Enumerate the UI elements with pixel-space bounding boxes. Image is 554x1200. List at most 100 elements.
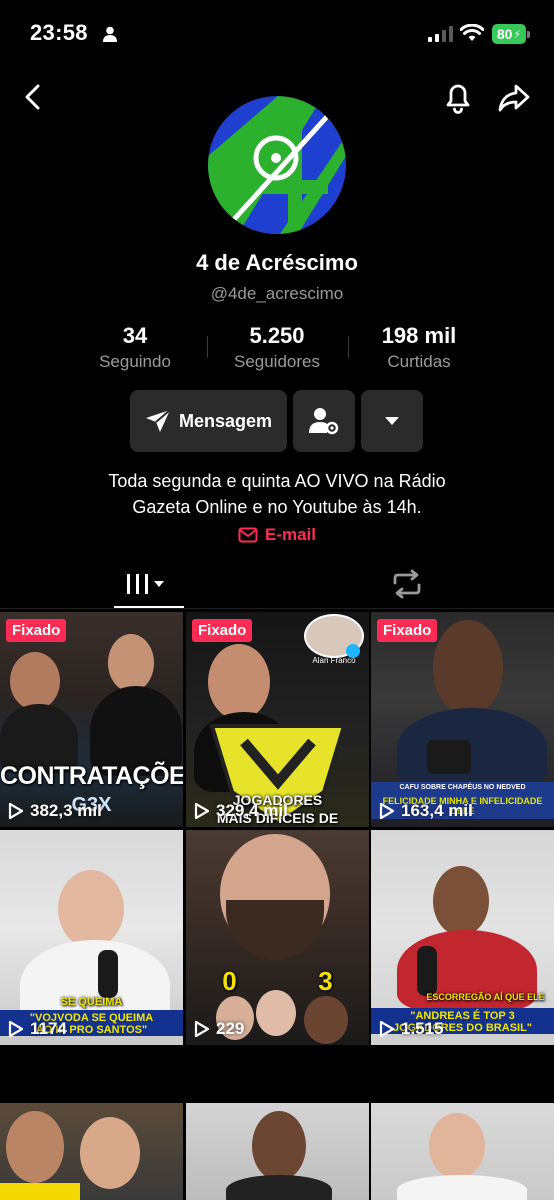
video-tile[interactable]: SE QUEIMA "VOJVODA SE QUEIMA AO IR PRO S… — [0, 830, 183, 1045]
view-count: 382,3 mil — [8, 801, 102, 821]
cellular-signal-icon — [428, 26, 453, 42]
bio-line: Gazeta Online e no Youtube às 14h. — [132, 497, 422, 517]
view-count: 1.515 — [379, 1019, 444, 1039]
person-head — [10, 652, 60, 710]
play-icon — [194, 1020, 210, 1038]
view-count: 1174 — [8, 1019, 67, 1039]
back-arrow-icon[interactable] — [18, 82, 48, 112]
view-count-value: 329,4 mil — [216, 801, 288, 820]
video-caption: CONTRATAÇÕES — [0, 762, 183, 790]
stat-following[interactable]: 34 Seguindo — [80, 323, 190, 372]
person-head — [429, 1113, 485, 1179]
video-tile[interactable]: 0 3 229 — [186, 830, 369, 1045]
view-count-value: 163,4 mil — [401, 801, 473, 820]
send-icon — [145, 409, 171, 432]
profile-name: 4 de Acréscimo — [196, 250, 358, 275]
person-head — [433, 620, 503, 716]
person-head — [208, 644, 270, 720]
wifi-icon — [460, 24, 484, 41]
channel-logo-icon — [208, 96, 346, 234]
stat-followers[interactable]: 5.250 Seguidores — [217, 323, 337, 372]
battery-indicator: 80 ⚡ — [492, 24, 526, 44]
play-icon — [8, 1020, 24, 1038]
video-tile[interactable] — [0, 1103, 183, 1200]
video-tag: ESCORREGÃO AÍ QUE ELE — [426, 992, 545, 1002]
person-head — [304, 996, 348, 1044]
video-tile[interactable]: CAFU SOBRE CHAPÉUS NO NEDVED FELICIDADE … — [371, 612, 554, 827]
video-grid-icon — [127, 574, 164, 594]
stat-followers-value: 5.250 — [249, 323, 305, 348]
play-icon — [379, 802, 395, 820]
view-count-value: 1174 — [30, 1019, 67, 1038]
notification-bell-icon[interactable] — [442, 80, 474, 114]
chevron-down-icon — [385, 417, 399, 425]
email-link[interactable]: E-mail — [0, 525, 554, 545]
video-tile[interactable] — [371, 1103, 554, 1200]
pinned-badge: Fixado — [6, 619, 67, 642]
jersey — [0, 1183, 80, 1200]
video-tile[interactable] — [186, 1103, 369, 1200]
follow-settings-button[interactable] — [293, 390, 355, 452]
stat-divider — [348, 336, 349, 358]
person-body — [397, 708, 547, 788]
view-count-value: 382,3 mil — [30, 801, 102, 820]
pinned-badge: Fixado — [377, 619, 438, 642]
battery-level: 80 — [496, 26, 513, 42]
stat-likes[interactable]: 198 mil Curtidas — [360, 323, 478, 372]
battery-tip — [527, 31, 530, 38]
stat-following-value: 34 — [122, 323, 148, 348]
email-link-label: E-mail — [264, 525, 317, 544]
person-head — [6, 1111, 64, 1183]
person-head — [108, 634, 154, 692]
repost-icon — [393, 569, 421, 599]
stat-following-label: Seguindo — [99, 352, 171, 371]
content-tabs — [0, 560, 554, 609]
message-button[interactable]: Mensagem — [130, 390, 287, 452]
view-count: 329,4 mil — [194, 801, 288, 821]
person-body — [226, 1175, 332, 1200]
video-tag: CAFU SOBRE CHAPÉUS NO NEDVED — [371, 782, 554, 793]
user-settings-icon — [309, 408, 339, 435]
more-options-button[interactable] — [361, 390, 423, 452]
pinned-badge: Fixado — [192, 619, 253, 642]
stat-divider — [207, 336, 208, 358]
charging-icon: ⚡ — [513, 28, 522, 41]
share-icon[interactable] — [497, 82, 531, 114]
video-tile[interactable]: ESCORREGÃO AÍ QUE ELE "ANDREAS É TOP 3 J… — [371, 830, 554, 1045]
bio-line: Toda segunda e quinta AO VIVO na Rádio — [108, 471, 446, 491]
play-icon — [379, 1020, 395, 1038]
play-icon — [194, 802, 210, 820]
person-icon — [103, 26, 117, 42]
mail-icon — [238, 527, 258, 543]
view-count: 163,4 mil — [379, 801, 473, 821]
profile-handle: @4de_acrescimo — [210, 284, 344, 303]
microphone — [427, 740, 471, 774]
microphone — [98, 950, 118, 998]
person-head — [433, 866, 489, 936]
profile-avatar[interactable] — [208, 96, 346, 234]
tab-reposts[interactable] — [370, 560, 444, 608]
status-time: 23:58 — [30, 20, 88, 45]
stat-likes-value: 198 mil — [381, 323, 457, 348]
message-button-label: Mensagem — [178, 410, 273, 431]
tabs-divider — [0, 608, 554, 609]
person-head — [252, 1111, 306, 1181]
view-count-value: 229 — [216, 1019, 245, 1038]
score-right: 3 — [318, 966, 333, 996]
video-tag: SE QUEIMA — [60, 996, 123, 1008]
view-count-value: 1.515 — [401, 1019, 444, 1038]
microphone — [417, 946, 437, 996]
video-tile[interactable]: JOGADORES MAIS DIFÍCEIS DE MARCAR Alan F… — [186, 612, 369, 827]
stat-likes-label: Curtidas — [387, 352, 451, 371]
person-head — [80, 1117, 140, 1189]
profile-bio: Toda segunda e quinta AO VIVO na Rádio G… — [0, 468, 554, 520]
status-bar: 23:58 80 ⚡ — [0, 0, 554, 70]
person-body — [397, 1175, 527, 1200]
view-count: 229 — [194, 1019, 244, 1039]
play-icon — [8, 802, 24, 820]
stat-followers-label: Seguidores — [233, 352, 320, 371]
person-head — [256, 990, 296, 1036]
creator-tag: Alan Franco — [312, 656, 356, 665]
tab-videos[interactable] — [110, 560, 184, 608]
video-tile[interactable]: CONTRATAÇÕES G3X Fixado 382,3 mil — [0, 612, 183, 827]
